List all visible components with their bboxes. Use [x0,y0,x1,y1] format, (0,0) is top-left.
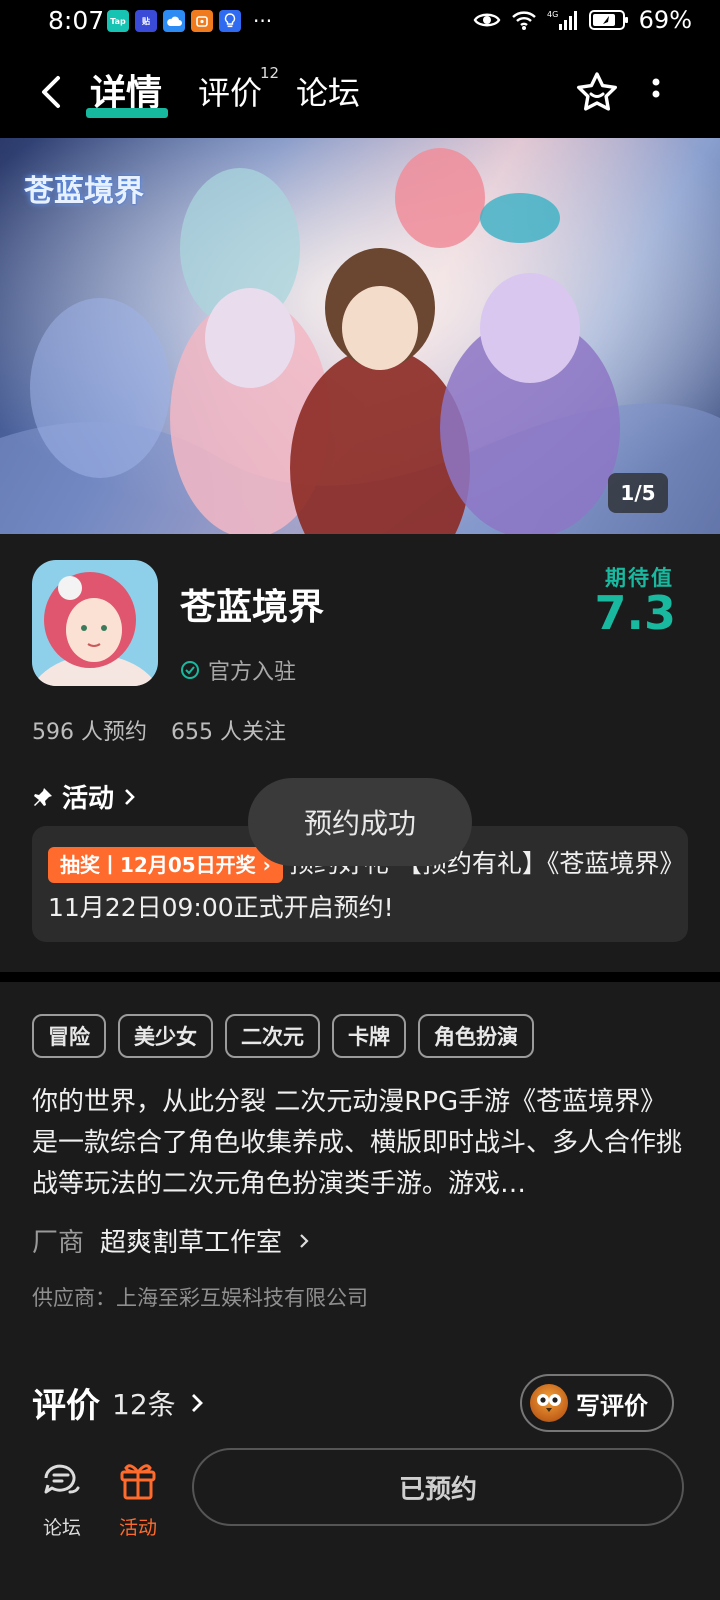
expectation-score: 7.3 [594,586,677,640]
reviews-count: 12条 [112,1387,176,1421]
cloud-icon [163,10,185,32]
pin-icon [34,787,52,806]
banner-game-logo: 苍蓝境界 [24,174,144,209]
taptap-icon: Tap [107,10,129,32]
supplier-info: 供应商：上海至彩互娱科技有限公司 [32,1286,368,1310]
favorite-star-icon[interactable] [574,70,620,116]
chevron-right-icon [191,1393,203,1412]
nav-activity-label: 活动 [118,1517,157,1539]
write-review-button[interactable]: 写评价 [520,1374,674,1432]
activity-heading-label: 活动 [62,784,115,814]
reviews-title: 评价 [32,1386,100,1426]
owl-mascot-icon [530,1384,568,1422]
svg-text:4G: 4G [547,10,558,19]
reserved-button[interactable]: 已预约 [192,1448,684,1526]
game-description[interactable]: 你的世界，从此分裂 二次元动漫RPG手游《苍蓝境界》是一款综合了角色收集养成、横… [32,1082,692,1205]
eye-icon [473,13,501,27]
wifi-icon [511,11,536,30]
reservation-success-toast: 预约成功 [248,778,472,866]
game-app-icon[interactable] [32,560,158,686]
bottom-action-bar: 论坛 活动 已预约 [0,1438,720,1600]
bulb-icon [219,10,241,32]
chevron-right-icon [300,1233,309,1248]
tag-item[interactable]: 角色扮演 [418,1014,534,1058]
gift-icon [120,1464,156,1500]
tag-item[interactable]: 美少女 [118,1014,213,1058]
tab-review[interactable]: 评价 [198,68,262,114]
tab-review-badge: 12 [260,64,280,82]
verified-check-icon [181,661,199,679]
activity-heading[interactable]: 活动 [32,778,138,815]
nav-forum-label: 论坛 [42,1517,81,1539]
app-orange-icon [191,10,213,32]
reservation-count: 596 人预约 [32,720,147,745]
write-review-label: 写评价 [576,1391,648,1420]
nav-forum[interactable]: 论坛 [32,1458,92,1540]
status-bar: 8:07 Tap 贴 ··· 4G 69% [0,0,720,46]
tag-item[interactable]: 二次元 [225,1014,320,1058]
status-app-icons: Tap 贴 ··· [107,10,272,32]
official-badge: 官方入驻 [180,654,296,686]
status-time: 8:07 [48,6,105,35]
vendor-row[interactable]: 厂商 超爽割草工作室 [32,1222,312,1259]
more-options-icon[interactable] [646,76,666,112]
lottery-tag[interactable]: 抽奖丨12月05日开奖 › [48,847,283,883]
top-nav: 详情 评价 12 论坛 [0,46,720,138]
game-banner-carousel[interactable]: 苍蓝境界 1/5 [0,138,720,534]
banner-page-counter: 1/5 [608,473,668,513]
tag-list: 冒险 美少女 二次元 卡牌 角色扮演 [32,1014,534,1058]
vendor-label: 厂商 [32,1228,85,1258]
forum-chat-icon [44,1464,80,1494]
tab-forum[interactable]: 论坛 [296,68,360,114]
lottery-tag-label: 抽奖丨12月05日开奖 [60,853,256,877]
status-right: 4G 69% [473,6,692,34]
tieba-icon: 贴 [135,10,157,32]
status-more-dots: ··· [253,9,273,33]
game-info-section: 苍蓝境界 官方入驻 期待值 7.3 596 人预约 655 人关注 活动 抽奖丨… [0,534,720,972]
signal-icon: 4G [547,10,577,30]
tag-item[interactable]: 卡牌 [332,1014,406,1058]
game-title: 苍蓝境界 [180,587,325,628]
game-stats: 596 人预约 655 人关注 [32,714,286,746]
tag-item[interactable]: 冒险 [32,1014,106,1058]
chevron-right-icon [125,788,135,805]
game-description-section: 冒险 美少女 二次元 卡牌 角色扮演 你的世界，从此分裂 二次元动漫RPG手游《… [0,982,720,1456]
section-divider [0,972,720,982]
tab-active-indicator [86,108,168,118]
back-icon[interactable] [34,70,70,114]
battery-percent: 69% [638,6,692,34]
vendor-name: 超爽割草工作室 [100,1228,283,1258]
follower-count: 655 人关注 [171,720,286,745]
reviews-heading[interactable]: 评价 12条 [32,1378,206,1427]
battery-icon [588,10,628,30]
nav-activity[interactable]: 活动 [108,1458,168,1540]
official-label: 官方入驻 [208,660,297,685]
